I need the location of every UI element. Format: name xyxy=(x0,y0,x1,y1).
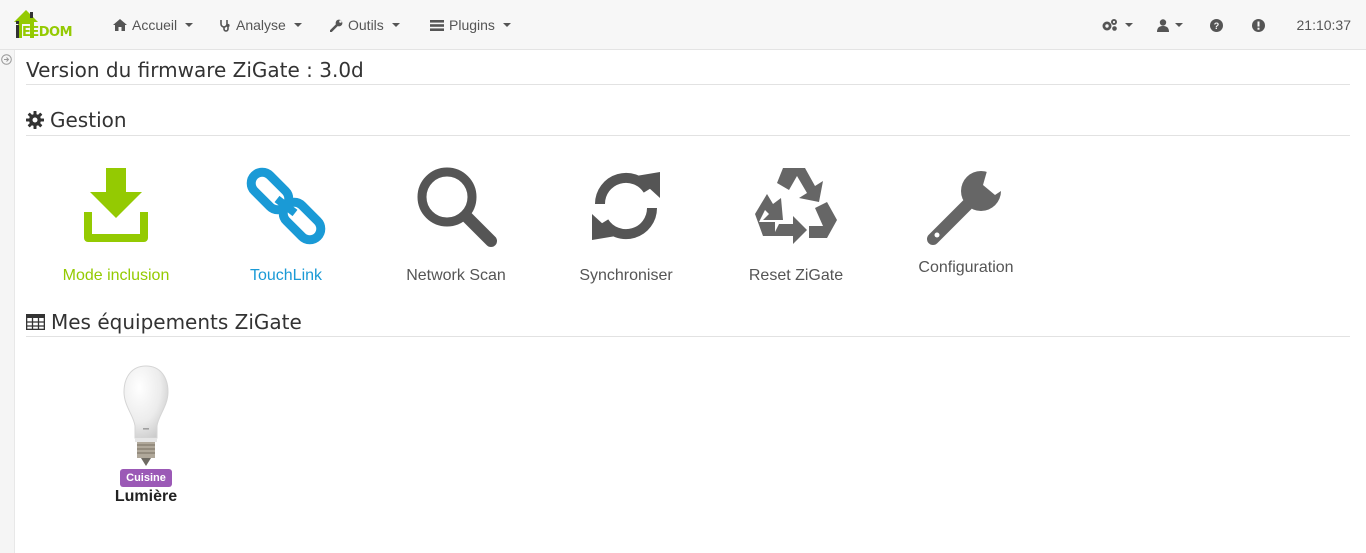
divider xyxy=(26,135,1350,136)
search-icon xyxy=(417,167,497,247)
reset-zigate-label: Reset ZiGate xyxy=(748,267,844,284)
stethoscope-icon xyxy=(220,19,230,32)
synchroniser-label: Synchroniser xyxy=(579,267,673,284)
configuration-label: Configuration xyxy=(918,259,1014,276)
gestion-title: Gestion xyxy=(26,108,127,132)
nav-outils[interactable]: Outils xyxy=(330,0,400,50)
caret-down-icon xyxy=(1125,23,1133,27)
cog-icon xyxy=(26,111,44,129)
equipements-title-text: Mes équipements ZiGate xyxy=(51,310,302,334)
room-badge: Cuisine xyxy=(120,469,172,487)
system-menu[interactable] xyxy=(1101,0,1133,50)
nav-accueil[interactable]: Accueil xyxy=(113,0,194,50)
network-scan-label: Network Scan xyxy=(406,267,506,284)
wrench-small-icon xyxy=(330,19,343,32)
caret-down-icon xyxy=(391,23,400,27)
caret-down-icon xyxy=(1175,23,1183,27)
wrench-icon xyxy=(927,171,1007,245)
jeedom-logo[interactable]: EEDOM xyxy=(12,8,86,42)
synchroniser-button[interactable]: Synchroniser xyxy=(541,161,711,285)
divider xyxy=(26,84,1350,85)
light-bulb-icon xyxy=(123,365,169,466)
top-navbar: EEDOM Accueil Analyse Outils Plugins ? 2… xyxy=(0,0,1366,50)
logo-text: EEDOM xyxy=(22,25,73,40)
caret-down-icon xyxy=(502,23,511,27)
equipment-name: Lumière xyxy=(114,488,178,505)
expand-sidebar-icon[interactable] xyxy=(1,54,12,65)
exclamation-circle-icon xyxy=(1252,18,1265,32)
firmware-version: Version du firmware ZiGate : 3.0d xyxy=(26,58,364,82)
help-button[interactable]: ? xyxy=(1210,0,1223,50)
download-icon xyxy=(84,168,148,242)
nav-accueil-label: Accueil xyxy=(132,17,178,33)
network-scan-button[interactable]: Network Scan xyxy=(371,161,541,285)
caret-down-icon xyxy=(185,23,194,27)
recycle-icon xyxy=(755,168,837,244)
home-icon xyxy=(113,19,127,31)
side-panel-strip xyxy=(0,50,15,553)
touchlink-button[interactable]: TouchLink xyxy=(201,161,371,285)
equipment-card[interactable]: Cuisine Lumière xyxy=(86,358,206,506)
question-circle-icon: ? xyxy=(1210,18,1223,32)
gestion-title-text: Gestion xyxy=(50,108,127,132)
clock: 21:10:37 xyxy=(1296,17,1352,33)
nav-analyse[interactable]: Analyse xyxy=(219,0,302,50)
user-menu[interactable] xyxy=(1157,0,1183,50)
tasks-icon xyxy=(430,19,444,31)
divider xyxy=(26,336,1350,337)
mode-inclusion-button[interactable]: Mode inclusion xyxy=(31,161,201,285)
reset-zigate-button[interactable]: Reset ZiGate xyxy=(711,161,881,285)
equipements-title: Mes équipements ZiGate xyxy=(26,310,302,334)
svg-text:?: ? xyxy=(1214,21,1220,31)
link-icon xyxy=(246,167,326,245)
mode-inclusion-label: Mode inclusion xyxy=(62,267,170,284)
user-icon xyxy=(1157,18,1169,32)
nav-plugins-label: Plugins xyxy=(449,17,495,33)
nav-outils-label: Outils xyxy=(348,17,384,33)
table-icon xyxy=(26,314,45,330)
configuration-button[interactable]: Configuration xyxy=(881,161,1051,277)
touchlink-label: TouchLink xyxy=(249,267,323,284)
nav-plugins[interactable]: Plugins xyxy=(430,0,511,50)
cogs-icon xyxy=(1102,19,1117,31)
nav-analyse-label: Analyse xyxy=(236,17,286,33)
caret-down-icon xyxy=(293,23,302,27)
refresh-icon xyxy=(592,172,660,240)
messages-button[interactable] xyxy=(1252,0,1265,50)
